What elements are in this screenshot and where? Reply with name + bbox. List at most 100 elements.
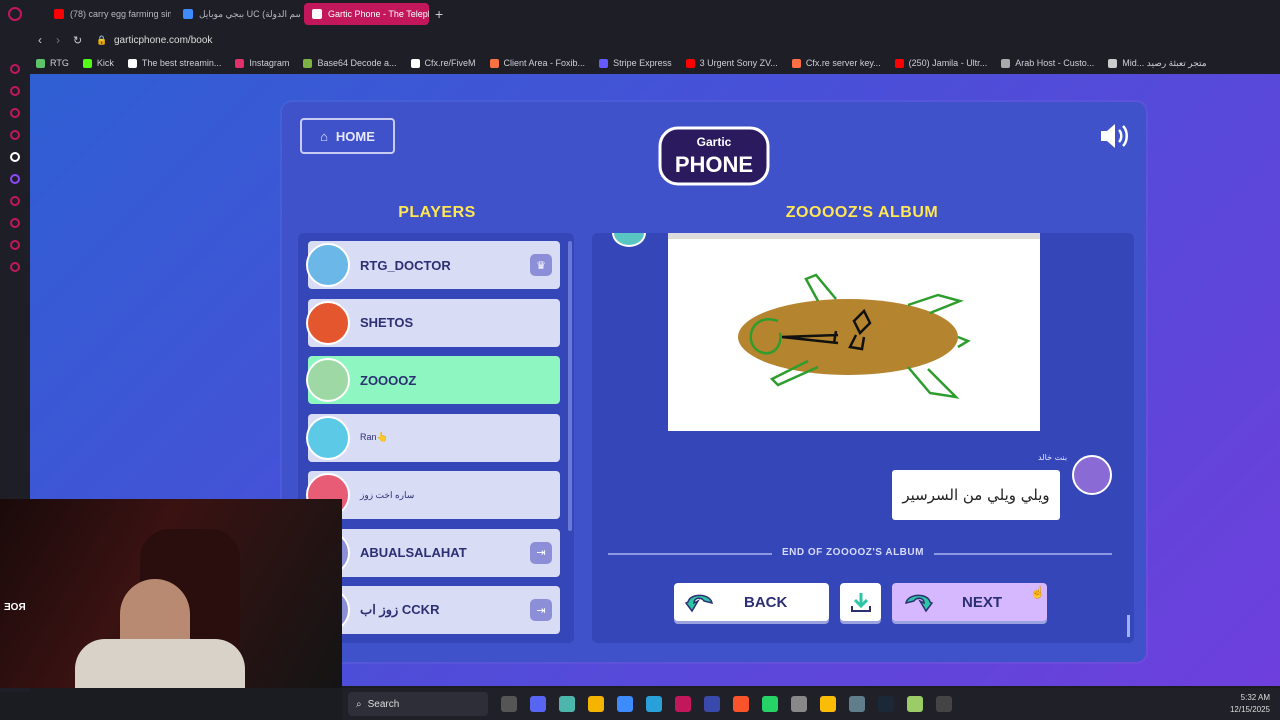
opera-logo-icon[interactable]: [8, 7, 22, 21]
windows-taskbar: ⌕ Search 5:32 AM 12/15/2025: [342, 688, 1280, 720]
player-row[interactable]: ZOOOOZ: [306, 356, 560, 404]
home-icon: ⌂: [320, 128, 328, 144]
tab-title: Gartic Phone - The Telepho: [328, 9, 429, 19]
player-row[interactable]: ساره اخت زوز: [306, 471, 560, 519]
player-row[interactable]: زوز اب CCKR ⇥: [306, 586, 560, 634]
bookmark-item[interactable]: Instagram: [235, 58, 289, 68]
bookmark-item[interactable]: Arab Host - Custo...: [1001, 58, 1094, 68]
whatsapp-icon[interactable]: [762, 696, 778, 712]
discord-icon[interactable]: [530, 696, 546, 712]
end-of-album-label: END OF ZOOOOZ'S ALBUM: [772, 547, 934, 558]
sidebar-icon[interactable]: [10, 240, 20, 250]
reload-icon[interactable]: ↻: [73, 34, 82, 47]
bookmark-label: Arab Host - Custo...: [1015, 58, 1095, 68]
streamer-torso: [75, 639, 245, 688]
app-icon[interactable]: [936, 696, 952, 712]
bookmark-label: RTG: [50, 58, 69, 68]
task-view-icon[interactable]: [501, 696, 517, 712]
system-clock[interactable]: 5:32 AM 12/15/2025: [1230, 692, 1270, 716]
bookmark-item[interactable]: (250) Jamila - Ultr...: [894, 58, 987, 68]
bookmark-item[interactable]: 3 Urgent Sony ZV...: [685, 58, 778, 68]
bookmark-item[interactable]: RTG: [36, 58, 69, 68]
taskbar-search[interactable]: ⌕ Search: [348, 692, 488, 716]
exit-icon[interactable]: ⇥: [530, 541, 552, 564]
gartic-phone-logo: Gartic PHONE: [658, 126, 770, 186]
next-label: NEXT: [962, 593, 1003, 611]
logo-bottom-text: PHONE: [675, 152, 753, 177]
app-icon[interactable]: [907, 696, 923, 712]
bookmark-label: Instagram: [249, 58, 290, 68]
tab-title: ببجي موبايل UC (اسم الدولة: [199, 8, 300, 19]
avatar: [306, 358, 350, 402]
speaker-icon[interactable]: [1098, 120, 1130, 152]
bookmark-item[interactable]: Cfx.re/FiveM: [410, 58, 476, 68]
bookmark-favicon-icon: [685, 58, 695, 68]
bookmark-item[interactable]: Stripe Express: [599, 58, 672, 68]
app-icon[interactable]: [559, 696, 575, 712]
bookmark-favicon-icon: [1108, 58, 1118, 68]
bookmark-item[interactable]: Mid... متجر تعبئة رصيد: [1108, 58, 1207, 69]
back-arrow-icon: [684, 594, 713, 613]
mouse-cursor-icon: ☝: [1030, 585, 1045, 599]
address-bar: ‹ › ↻ 🔒 garticphone.com/book: [0, 28, 1280, 52]
back-button[interactable]: BACK: [674, 583, 829, 621]
player-name: زوز اب CCKR: [360, 602, 440, 617]
bookmark-label: Base64 Decode a...: [317, 58, 397, 68]
brave-icon[interactable]: [733, 696, 749, 712]
player-row[interactable]: ABUALSALAHAT ⇥: [306, 528, 560, 577]
turtle-drawing: [738, 273, 971, 399]
bookmark-item[interactable]: Client Area - Foxib...: [489, 58, 585, 68]
file-explorer-icon[interactable]: [588, 696, 604, 712]
crown-icon: ♛: [530, 254, 552, 276]
players-scrollbar[interactable]: [568, 241, 572, 531]
bookmark-item[interactable]: Base64 Decode a...: [303, 58, 397, 68]
steam-icon[interactable]: [878, 696, 894, 712]
bookmark-label: Cfx.re/FiveM: [424, 58, 476, 68]
exit-icon[interactable]: ⇥: [530, 599, 552, 621]
bookmark-favicon-icon: [36, 58, 45, 68]
app-icon[interactable]: [849, 696, 865, 712]
album-scrollbar[interactable]: [1127, 615, 1130, 637]
sidebar-icon[interactable]: [10, 152, 20, 162]
chrome-icon[interactable]: [820, 696, 836, 712]
player-name: RTG_DOCTOR: [360, 257, 451, 273]
browser-tab[interactable]: ببجي موبايل UC (اسم الدولة: [175, 3, 300, 25]
bookmark-item[interactable]: Cfx.re server key...: [791, 58, 881, 68]
search-icon: ⌕: [356, 698, 362, 710]
edge-icon[interactable]: [646, 696, 662, 712]
store-icon[interactable]: [617, 696, 633, 712]
players-heading: PLAYERS: [398, 204, 476, 221]
browser-tab[interactable]: (78) carry egg farming sim: [46, 3, 171, 25]
next-button[interactable]: NEXT ☝: [892, 583, 1047, 621]
search-placeholder: Search: [367, 698, 400, 710]
bookmark-item[interactable]: Kick: [82, 58, 114, 68]
avatar: [306, 243, 350, 287]
settings-icon[interactable]: [10, 262, 20, 272]
browser-tab-active[interactable]: Gartic Phone - The Telepho: [304, 3, 429, 25]
back-arrow-icon[interactable]: ‹: [38, 33, 42, 47]
player-row[interactable]: Ran👆: [306, 413, 560, 462]
home-button[interactable]: ⌂ HOME: [300, 118, 395, 154]
url-field[interactable]: garticphone.com/book: [114, 35, 212, 46]
player-row[interactable]: SHETOS: [306, 298, 560, 347]
sidebar-icon[interactable]: [10, 64, 20, 74]
forward-arrow-icon[interactable]: ›: [56, 33, 60, 47]
opera-icon[interactable]: [675, 696, 691, 712]
avatar: [306, 300, 350, 345]
history-icon[interactable]: [10, 218, 20, 228]
sidebar-icon[interactable]: [10, 196, 20, 206]
app-icon[interactable]: [704, 696, 720, 712]
new-tab-icon[interactable]: +: [435, 6, 443, 22]
download-button[interactable]: [840, 583, 881, 621]
sidebar-icon[interactable]: [10, 108, 20, 118]
game-panel: ⌂ HOME Gartic PHONE PLAYERS ZOOOOZ'S ALB…: [282, 102, 1146, 662]
app-icon[interactable]: [791, 696, 807, 712]
sidebar-icon[interactable]: [10, 130, 20, 140]
twitch-icon[interactable]: [10, 174, 20, 184]
player-row[interactable]: RTG_DOCTOR ♛: [306, 241, 560, 289]
sidebar-icon[interactable]: [10, 86, 20, 96]
bookmark-item[interactable]: The best streamin...: [127, 58, 221, 68]
drawing-canvas: [668, 233, 1040, 431]
bookmark-label: Kick: [96, 58, 114, 68]
bookmark-label: Cfx.re server key...: [805, 58, 881, 68]
